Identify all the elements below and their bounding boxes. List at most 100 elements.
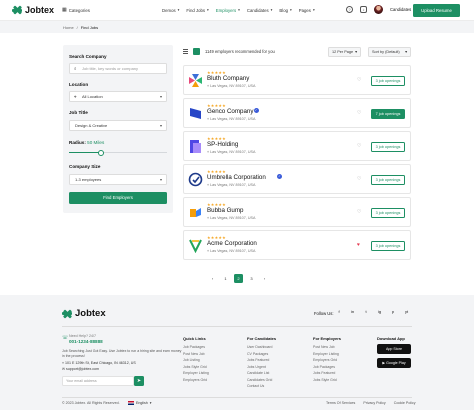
app-store-label: App Store — [386, 347, 402, 351]
company-name[interactable]: Acme Corporation — [207, 240, 257, 247]
search-company-input[interactable]: ⌕ Job title, key words or company — [69, 63, 167, 74]
nav-item-demos[interactable]: Demos — [162, 8, 176, 13]
favorite-heart-icon[interactable]: ♡ — [357, 77, 361, 83]
legal-link[interactable]: Privacy Policy — [363, 401, 385, 405]
nav-item-employers[interactable]: Employers — [216, 8, 236, 13]
favorite-heart-icon[interactable]: ♡ — [357, 176, 361, 182]
grid-view-icon[interactable] — [193, 48, 200, 55]
footer-col-employers: For Employers Post New Job Employer Listin… — [313, 336, 341, 383]
pagination-page[interactable]: 3 — [247, 274, 256, 283]
favorite-heart-icon[interactable]: ♡ — [357, 143, 361, 149]
job-openings-button[interactable]: 3 job openings — [371, 207, 405, 218]
user-name[interactable]: Candidates — [390, 7, 411, 12]
company-card[interactable]: ★★★★★ Bluth Company ⌖ Las Vegas, NV 89107,… — [183, 65, 411, 95]
radius-slider-handle[interactable] — [98, 149, 105, 156]
verified-badge-icon: ✓ — [253, 108, 259, 114]
pagination-next[interactable]: › — [260, 274, 269, 283]
chevron-down-icon: ▾ — [177, 7, 180, 12]
google-play-button[interactable]: ▶ Google Play — [377, 358, 411, 368]
company-name[interactable]: Umbrella Corporation — [207, 174, 266, 181]
job-title-label: Job Title — [69, 110, 88, 115]
nav-item-pages[interactable]: Pages — [299, 8, 311, 13]
sort-select[interactable]: Sort by (Default) ▾ — [368, 47, 411, 57]
chevron-down-icon: ▾ — [207, 7, 209, 12]
send-icon[interactable]: ➤ — [134, 376, 144, 386]
pagination-page[interactable]: 2 — [234, 274, 243, 283]
phone-icon: ☏ — [62, 335, 69, 341]
footer-link[interactable]: Employer Listing — [183, 370, 209, 377]
footer-link[interactable]: Contact Us — [247, 383, 276, 390]
company-name[interactable]: Bubba Gump — [207, 207, 243, 214]
categories-menu[interactable]: ▦ Categories — [62, 7, 90, 13]
app-store-button[interactable]: App Store — [377, 344, 411, 354]
company-card[interactable]: ★★★★★ Genco Company ✓ ⌖ Las Vegas, NV 89107… — [183, 98, 411, 128]
company-name[interactable]: Bluth Company — [207, 75, 249, 82]
bubba-gump-logo-icon — [188, 205, 203, 220]
footer-link[interactable]: Employers Grid — [183, 377, 209, 384]
job-openings-button[interactable]: 3 job openings — [371, 174, 405, 185]
company-card[interactable]: ★★★★★ SP-Holding ⌖ Las Vegas, NV 89107, US… — [183, 131, 411, 161]
find-employers-button[interactable]: Find Employers — [69, 192, 167, 204]
job-openings-button[interactable]: 7 job openings — [371, 108, 405, 119]
footer-link[interactable]: Jobs Style Grid — [313, 377, 341, 384]
site-logo[interactable]: Jobtex — [12, 5, 54, 15]
location-pin-icon: ⌖ — [74, 94, 77, 99]
footer-link[interactable]: Employers Grid — [313, 357, 341, 364]
footer-description: Job Searching Just Got Easy. Use Jobtex … — [62, 349, 182, 358]
footer-link[interactable]: Job Packages — [183, 344, 209, 351]
company-name[interactable]: SP-Holding — [207, 141, 238, 148]
avatar[interactable] — [374, 5, 383, 14]
footer-link[interactable]: User Dashboard — [247, 344, 276, 351]
company-card[interactable]: ★★★★★ Umbrella Corporation ✓ ⌖ Las Vegas, N… — [183, 164, 411, 194]
job-openings-button[interactable]: 3 job openings — [371, 141, 405, 152]
footer-email[interactable]: ✉ support@jobtex.com — [62, 367, 99, 371]
favorite-heart-icon[interactable]: ♡ — [357, 209, 361, 215]
pinterest-icon[interactable]: p — [389, 308, 397, 316]
company-card[interactable]: ★★★★★ Acme Corporation ⌖ Las Vegas, NV 891… — [183, 230, 411, 260]
legal-link[interactable]: Cookie Policy — [394, 401, 416, 405]
location-select[interactable]: ⌖ All Location ▾ — [69, 91, 167, 102]
facebook-icon[interactable]: f — [335, 308, 343, 316]
list-view-icon[interactable] — [183, 49, 188, 54]
pagination-prev[interactable]: ‹ — [208, 274, 217, 283]
company-location: ⌖ Las Vegas, NV 89107, USA — [207, 150, 255, 154]
instagram-icon[interactable]: ig — [376, 308, 384, 316]
bell-icon[interactable]: ♪ — [360, 6, 367, 13]
twitter-icon[interactable]: t — [362, 308, 370, 316]
sort-value: Sort by (Default) — [372, 50, 400, 54]
footer-divider-bottom — [62, 397, 412, 398]
upload-resume-button[interactable]: Upload Resume — [413, 4, 460, 17]
pagination-page[interactable]: 1 — [221, 274, 230, 283]
legal-link[interactable]: Terms Of Services — [326, 401, 355, 405]
language-select[interactable]: English ▾ — [128, 401, 152, 405]
company-name[interactable]: Genco Company — [207, 108, 253, 115]
job-title-select[interactable]: Design & Creative ▾ — [69, 120, 167, 131]
company-location: ⌖ Las Vegas, NV 89107, USA — [207, 117, 255, 121]
nav-item-find-jobs[interactable]: Find Jobs — [186, 8, 205, 13]
flag-icon — [128, 401, 134, 405]
location-value: All Location — [82, 94, 103, 99]
help-icon[interactable]: ? — [346, 6, 353, 13]
breadcrumb-home[interactable]: Home — [63, 25, 74, 30]
breadcrumb: Home / Find Jobs — [0, 21, 474, 33]
radius-slider[interactable] — [69, 149, 167, 156]
per-page-select[interactable]: 12 Per Page ▾ — [328, 47, 361, 57]
youtube-icon[interactable]: yt — [403, 308, 411, 316]
footer-logo-text: Jobtex — [75, 308, 106, 319]
favorite-heart-icon[interactable]: ♥ — [357, 242, 360, 248]
nav-item-candidates[interactable]: Candidates — [247, 8, 269, 13]
company-size-select[interactable]: 1-3 employees ▾ — [69, 174, 167, 185]
footer-logo[interactable]: Jobtex — [62, 308, 106, 319]
favorite-heart-icon[interactable]: ♡ — [357, 110, 361, 116]
phone-number[interactable]: 001-1234-88888 — [69, 339, 103, 344]
company-card[interactable]: ★★★★★ Bubba Gump ⌖ Las Vegas, NV 89107, US… — [183, 197, 411, 227]
legal-links: Terms Of Services Privacy Policy Cookie Po… — [326, 401, 416, 405]
newsletter-input[interactable]: Your email address — [62, 376, 134, 386]
linkedin-icon[interactable]: in — [349, 308, 357, 316]
bluth-logo-icon — [188, 73, 203, 88]
footer-col-quick-links: Quick Links Job Packages Post New Job Job L… — [183, 336, 209, 383]
job-openings-button[interactable]: 3 job openings — [371, 240, 405, 251]
job-openings-button[interactable]: 3 job openings — [371, 75, 405, 86]
google-play-label: Google Play — [386, 361, 406, 365]
nav-item-blog[interactable]: Blog — [279, 8, 288, 13]
